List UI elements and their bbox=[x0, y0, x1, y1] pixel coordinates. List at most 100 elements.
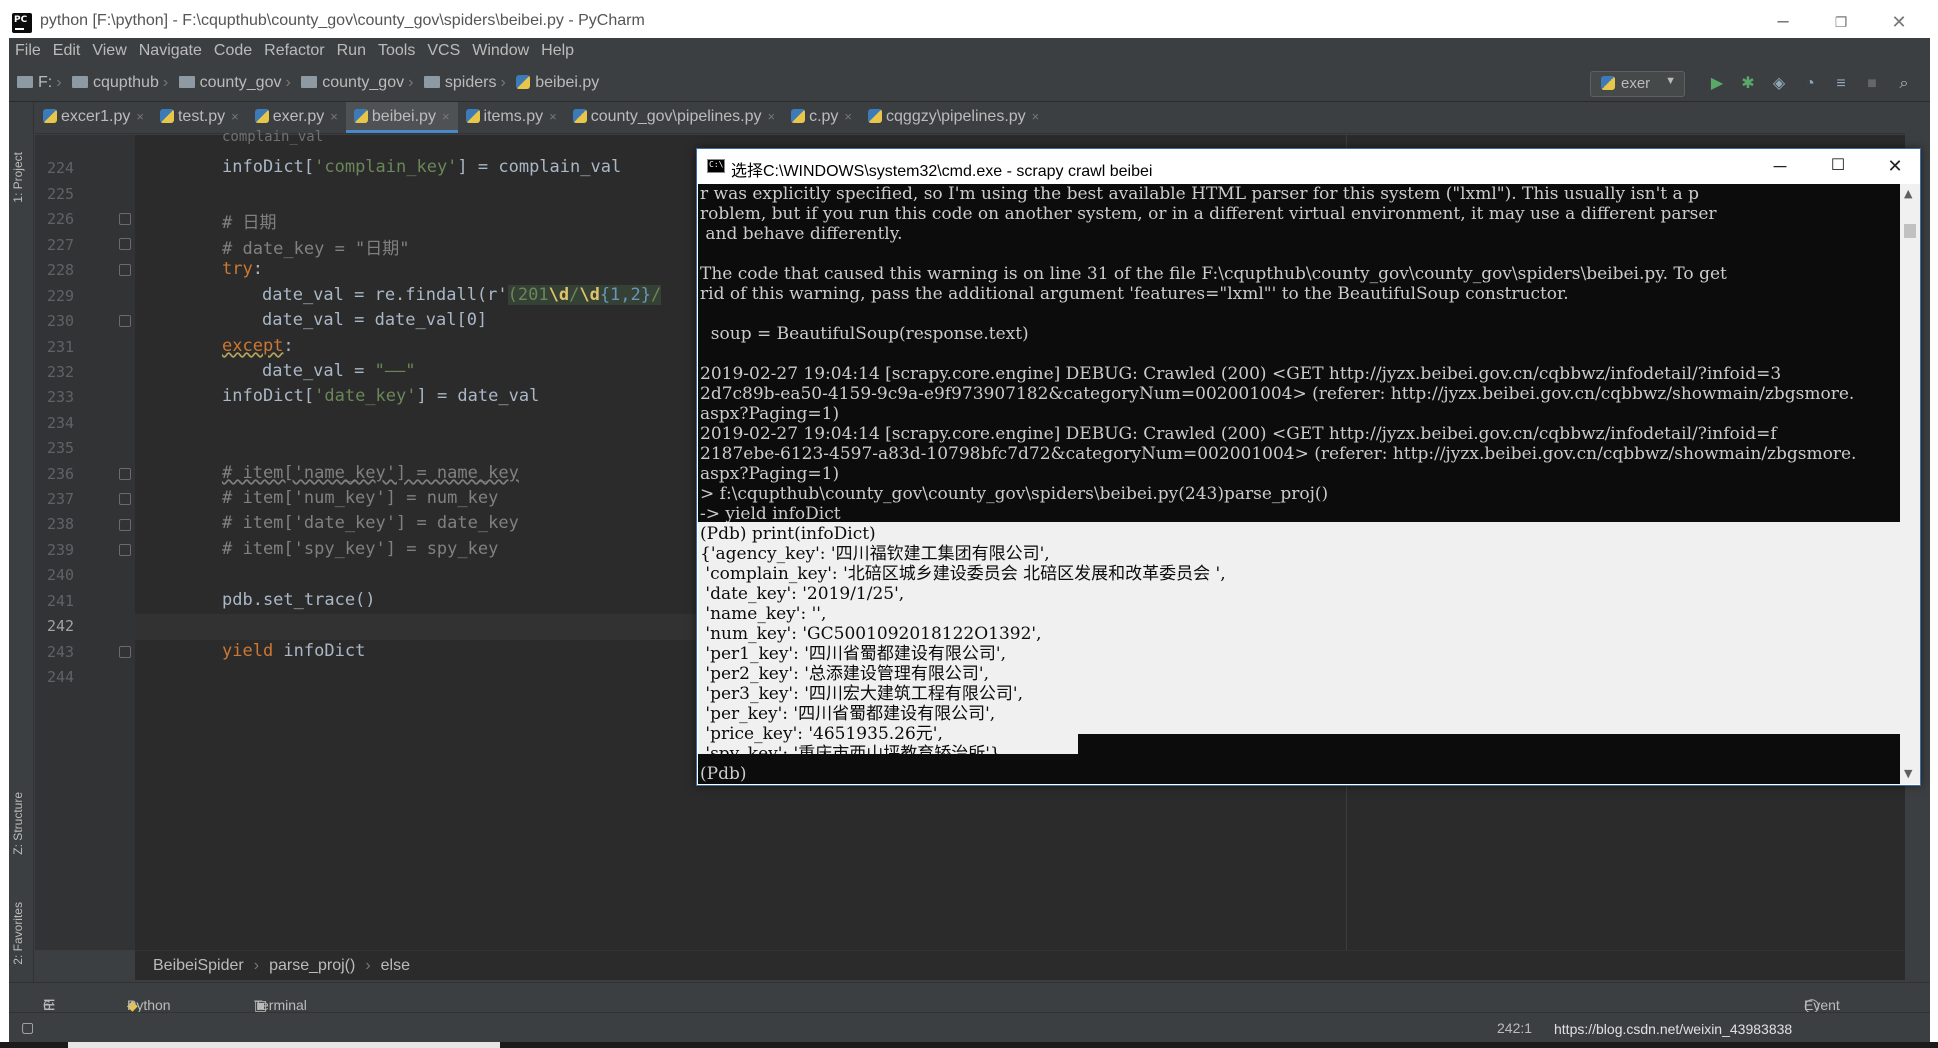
debug-icon[interactable]: ✱ bbox=[1738, 74, 1758, 94]
console-line: aspx?Paging=1) bbox=[700, 404, 840, 424]
breadcrumb-function[interactable]: parse_proj() bbox=[269, 957, 355, 974]
menu-code[interactable]: Code bbox=[208, 38, 258, 60]
console-line: r was explicitly specified, so I'm using… bbox=[700, 184, 1699, 204]
close-tab-icon[interactable]: × bbox=[844, 109, 852, 124]
tab-cqggzy-pipelines[interactable]: cqggzy\pipelines.py × bbox=[860, 102, 1047, 133]
line-number-gutter: 224 225 226 227 228 229 230 231 232 233 … bbox=[35, 135, 135, 950]
structure-tool-tab[interactable]: Z: Structure bbox=[11, 792, 25, 855]
concurrency-icon[interactable]: ≡ bbox=[1831, 74, 1851, 94]
close-tab-icon[interactable]: × bbox=[136, 109, 144, 124]
status-bar: ▢ 242:1 https://blog.csdn.net/weixin_439… bbox=[9, 1012, 1930, 1042]
menu-file[interactable]: File bbox=[9, 38, 47, 60]
menu-navigate[interactable]: Navigate bbox=[133, 38, 208, 60]
menu-window[interactable]: Window bbox=[466, 38, 535, 60]
tab-county-gov-pipelines[interactable]: county_gov\pipelines.py × bbox=[565, 102, 783, 133]
console-line: roblem, but if you run this code on anot… bbox=[700, 204, 1717, 224]
close-tab-icon[interactable]: × bbox=[1032, 109, 1040, 124]
stop-icon[interactable]: ■ bbox=[1862, 74, 1882, 94]
fold-marker-icon[interactable] bbox=[119, 646, 131, 658]
crumb-spiders[interactable]: spiders bbox=[423, 74, 496, 92]
crumb-county-gov[interactable]: county_gov bbox=[178, 74, 281, 92]
breadcrumb-class[interactable]: BeibeiSpider bbox=[153, 957, 244, 974]
code-line: infoDict['date_key'] = date_val bbox=[222, 386, 540, 406]
code-line: # item['name_key'] = name_key bbox=[222, 463, 519, 483]
console-line-selected: 'date_key': '2019/1/25', bbox=[700, 584, 905, 604]
fold-marker-icon[interactable] bbox=[119, 264, 131, 276]
path-breadcrumb: F: › cqupthub › county_gov › county_gov › sp… bbox=[17, 74, 603, 92]
console-line: soup = BeautifulSoup(response.text) bbox=[700, 324, 1029, 344]
close-icon[interactable]: ✕ bbox=[1876, 8, 1922, 38]
fold-marker-icon[interactable] bbox=[119, 468, 131, 480]
python-file-icon bbox=[465, 109, 480, 123]
fold-marker-icon[interactable] bbox=[119, 315, 131, 327]
fold-marker-icon[interactable] bbox=[119, 544, 131, 556]
console-line-selected: 'name_key': '', bbox=[700, 604, 827, 624]
line-number: 236 bbox=[47, 465, 75, 483]
crumb-cqupthub[interactable]: cqupthub bbox=[72, 74, 159, 92]
close-tab-icon[interactable]: × bbox=[767, 109, 775, 124]
project-tool-tab[interactable]: 1: Project bbox=[11, 152, 25, 203]
menu-refactor[interactable]: Refactor bbox=[258, 38, 330, 60]
menu-vcs[interactable]: VCS bbox=[421, 38, 466, 60]
fold-marker-icon[interactable] bbox=[119, 238, 131, 250]
coverage-icon[interactable]: ◈ bbox=[1769, 74, 1789, 94]
code-line: # item['date_key'] = date_key bbox=[222, 513, 519, 533]
console-line-selected: 'price_key': '4651935.26元', bbox=[700, 724, 943, 744]
crumb-drive[interactable]: F: bbox=[17, 74, 52, 92]
menu-run[interactable]: Run bbox=[331, 38, 372, 60]
minimize-icon[interactable]: ─ bbox=[1760, 8, 1806, 38]
run-icon[interactable]: ▶ bbox=[1707, 74, 1727, 94]
restore-icon[interactable]: ❐ bbox=[1818, 8, 1864, 38]
caret-position[interactable]: 242:1 bbox=[1497, 1020, 1532, 1036]
cmd-window[interactable]: 选择C:\WINDOWS\system32\cmd.exe - scrapy c… bbox=[696, 148, 1921, 786]
tab-beibei[interactable]: beibei.py × bbox=[345, 102, 458, 133]
code-line: # 日期 bbox=[222, 213, 277, 233]
console-line: 2187ebe-6123-4597-a83d-10798bfc7d72&cate… bbox=[700, 444, 1857, 464]
fold-marker-icon[interactable] bbox=[119, 213, 131, 225]
favorites-tool-tab[interactable]: 2: Favorites bbox=[11, 902, 25, 965]
code-line: # item['num_key'] = num_key bbox=[222, 488, 499, 508]
line-number: 233 bbox=[47, 388, 75, 406]
line-number: 229 bbox=[47, 287, 75, 305]
tab-items[interactable]: items.py × bbox=[458, 102, 565, 133]
scroll-up-icon[interactable]: ▲ bbox=[1904, 187, 1912, 200]
run-configuration-dropdown[interactable]: exer ▼ bbox=[1590, 71, 1685, 97]
taskbar-strip bbox=[0, 1042, 1938, 1048]
python-file-icon bbox=[254, 109, 269, 123]
menu-tools[interactable]: Tools bbox=[372, 38, 421, 60]
close-tab-icon[interactable]: × bbox=[549, 109, 557, 124]
menu-edit[interactable]: Edit bbox=[47, 38, 87, 60]
console-line: 2019-02-27 19:04:14 [scrapy.core.engine]… bbox=[700, 364, 1782, 384]
fold-marker-icon[interactable] bbox=[119, 493, 131, 505]
scrollbar-thumb[interactable] bbox=[1904, 224, 1916, 238]
folder-icon bbox=[423, 76, 440, 88]
folder-icon bbox=[301, 76, 318, 88]
search-everywhere-icon[interactable]: ⌕ bbox=[1894, 74, 1914, 94]
minimize-icon[interactable]: ─ bbox=[1757, 151, 1803, 181]
close-icon[interactable]: ✕ bbox=[1872, 151, 1918, 181]
toggle-tool-windows-icon[interactable]: ▢ bbox=[21, 1019, 34, 1036]
maximize-icon[interactable]: ☐ bbox=[1815, 151, 1861, 181]
cmd-scrollbar[interactable]: ▲ ▼ bbox=[1900, 184, 1920, 784]
crumb-county-gov-inner[interactable]: county_gov bbox=[301, 74, 404, 92]
menu-view[interactable]: View bbox=[86, 38, 132, 60]
python-file-icon bbox=[572, 109, 587, 123]
crumb-beibei-file[interactable]: beibei.py bbox=[516, 74, 599, 92]
python-file-icon bbox=[159, 109, 174, 123]
cmd-console-output[interactable]: r was explicitly specified, so I'm using… bbox=[698, 184, 1901, 784]
python-icon bbox=[1601, 76, 1615, 90]
profile-icon[interactable]: ◔ bbox=[1800, 74, 1820, 94]
breadcrumb-block[interactable]: else bbox=[381, 957, 410, 974]
code-line: yield infoDict bbox=[222, 641, 366, 661]
tab-excer1[interactable]: excer1.py × bbox=[35, 102, 152, 133]
menu-help[interactable]: Help bbox=[535, 38, 580, 60]
close-tab-icon[interactable]: × bbox=[330, 109, 338, 124]
fold-marker-icon[interactable] bbox=[119, 519, 131, 531]
tab-c[interactable]: c.py × bbox=[783, 102, 860, 133]
folder-icon bbox=[72, 76, 88, 88]
line-number: 226 bbox=[47, 210, 75, 228]
scroll-down-icon[interactable]: ▼ bbox=[1904, 767, 1912, 780]
code-line: # date_key = "日期" bbox=[222, 239, 410, 259]
close-tab-icon[interactable]: × bbox=[231, 109, 239, 124]
close-tab-icon[interactable]: × bbox=[442, 109, 450, 124]
